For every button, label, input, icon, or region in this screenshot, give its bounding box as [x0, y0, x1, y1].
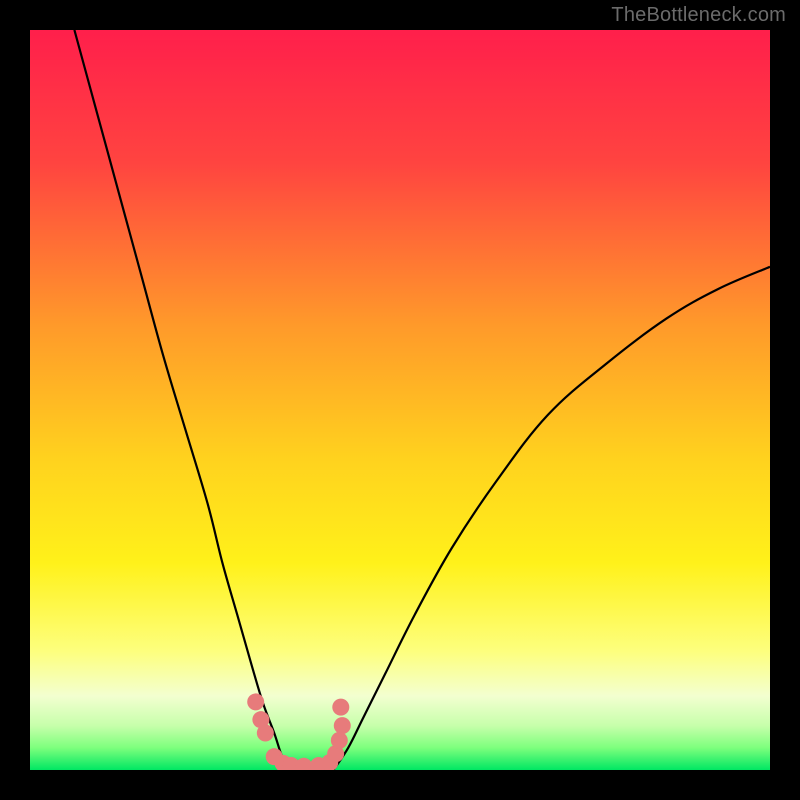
marker-dot [332, 699, 349, 716]
left-curve [74, 30, 289, 770]
right-curve [333, 267, 770, 770]
marker-dot [295, 758, 312, 770]
marker-dot [257, 725, 274, 742]
bottom-markers [247, 693, 351, 770]
marker-dot [334, 717, 351, 734]
watermark-text: TheBottleneck.com [611, 4, 786, 27]
plot-area [30, 30, 770, 770]
outer-frame: TheBottleneck.com [0, 0, 800, 800]
marker-dot [331, 732, 348, 749]
marker-dot [247, 693, 264, 710]
curves-layer [30, 30, 770, 770]
